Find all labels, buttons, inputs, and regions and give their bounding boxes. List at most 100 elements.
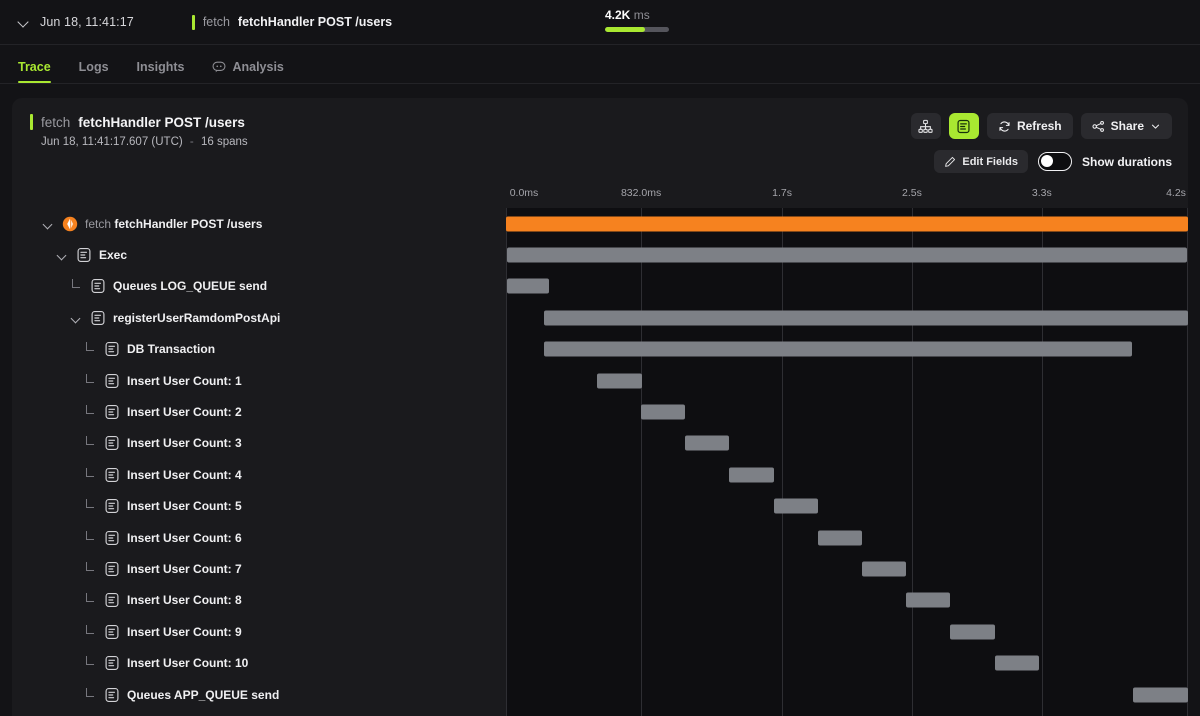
span-row[interactable]: Insert User Count: 10	[12, 647, 1188, 678]
span-duration-bar[interactable]	[994, 655, 1039, 671]
span-log-icon	[77, 248, 91, 263]
tree-expand-chevron-icon[interactable]	[40, 216, 56, 232]
field-controls: Edit Fields Show durations	[934, 150, 1172, 173]
span-duration-bar[interactable]	[773, 498, 818, 514]
duration-progress-fill	[605, 27, 645, 32]
edit-fields-button[interactable]: Edit Fields	[934, 150, 1028, 173]
waterfall-view-button[interactable]	[948, 113, 979, 139]
span-row[interactable]: registerUserRamdomPostApi	[12, 302, 1188, 333]
span-duration-bar[interactable]	[506, 216, 1188, 232]
span-tree-cell: Insert User Count: 5	[12, 491, 506, 522]
tree-elbow-icon	[82, 498, 98, 514]
span-row[interactable]: DB Transaction	[12, 334, 1188, 365]
span-icon-wrap	[104, 435, 127, 451]
span-duration-bar[interactable]	[596, 373, 642, 389]
span-log-icon	[91, 310, 105, 325]
tree-elbow-icon	[82, 467, 98, 483]
span-label: Exec	[99, 248, 128, 263]
span-log-icon	[105, 373, 119, 388]
tree-elbow-icon	[82, 373, 98, 389]
span-label: Queues LOG_QUEUE send	[113, 279, 268, 294]
span-label: DB Transaction	[127, 342, 216, 357]
span-duration-bar[interactable]	[544, 310, 1188, 326]
refresh-button[interactable]: Refresh	[986, 113, 1073, 139]
span-row[interactable]: Exec	[12, 239, 1188, 270]
axis-tick-label: 1.7s	[772, 187, 792, 199]
span-label-prefix: fetch	[85, 216, 115, 231]
span-duration-bar[interactable]	[729, 467, 774, 483]
span-row[interactable]: fetch fetchHandler POST /users	[12, 208, 1188, 239]
tab-bar: Trace Logs Insights Analysis	[0, 45, 1200, 84]
span-icon-wrap	[104, 530, 127, 546]
span-duration-bar[interactable]	[817, 530, 862, 546]
span-log-icon	[105, 499, 119, 514]
span-duration-bar[interactable]	[1132, 687, 1188, 703]
pencil-icon	[945, 156, 956, 167]
tree-view-button[interactable]	[910, 113, 941, 139]
span-row[interactable]: Queues LOG_QUEUE send	[12, 271, 1188, 302]
span-icon-wrap	[104, 592, 127, 608]
show-durations-toggle[interactable]	[1038, 152, 1072, 171]
span-icon-wrap	[76, 247, 99, 263]
span-row[interactable]: Insert User Count: 3	[12, 428, 1188, 459]
tab-trace[interactable]: Trace	[18, 60, 65, 83]
span-row[interactable]: Insert User Count: 5	[12, 491, 1188, 522]
span-log-icon	[105, 405, 119, 420]
span-row[interactable]: Insert User Count: 4	[12, 459, 1188, 490]
span-icon-wrap	[104, 341, 127, 357]
span-duration-bar[interactable]	[950, 624, 995, 640]
tree-expand-chevron-icon[interactable]	[68, 310, 84, 326]
span-row[interactable]: Insert User Count: 2	[12, 396, 1188, 427]
span-tree-cell: Insert User Count: 4	[12, 459, 506, 490]
duration-value: 4.2K	[605, 8, 631, 22]
span-icon-wrap	[104, 467, 127, 483]
tree-elbow-icon	[82, 404, 98, 420]
waterfall: 0.0ms 832.0ms 1.7s 2.5s 3.3s 4.2s fetch fetch…	[12, 184, 1188, 716]
span-row[interactable]: Insert User Count: 8	[12, 585, 1188, 616]
waterfall-icon	[957, 119, 971, 133]
span-duration-bar[interactable]	[544, 341, 1132, 357]
span-duration-bar[interactable]	[906, 592, 951, 608]
span-log-icon	[91, 279, 105, 294]
tab-logs[interactable]: Logs	[65, 60, 123, 83]
span-duration-bar[interactable]	[506, 247, 1188, 263]
span-row[interactable]: Insert User Count: 9	[12, 616, 1188, 647]
span-duration-bar[interactable]	[685, 435, 730, 451]
span-row[interactable]: Queues APP_QUEUE send	[12, 679, 1188, 710]
tab-insights[interactable]: Insights	[123, 60, 199, 83]
chat-bubble-icon	[212, 61, 226, 73]
span-log-icon	[105, 436, 119, 451]
chevron-down-icon[interactable]	[18, 16, 30, 28]
span-duration-bar[interactable]	[861, 561, 907, 577]
span-row[interactable]: Insert User Count: 6	[12, 522, 1188, 553]
span-label: Insert User Count: 10	[127, 656, 249, 671]
span-duration-bar[interactable]	[506, 278, 550, 294]
span-label: Insert User Count: 8	[127, 593, 242, 608]
span-label: Insert User Count: 5	[127, 499, 242, 514]
tab-analysis[interactable]: Analysis	[198, 60, 297, 83]
span-tree-cell: Insert User Count: 3	[12, 428, 506, 459]
chevron-down-icon	[1151, 124, 1160, 129]
span-row[interactable]: Insert User Count: 1	[12, 365, 1188, 396]
show-durations-label: Show durations	[1082, 154, 1172, 169]
tree-elbow-icon	[82, 592, 98, 608]
span-label: Insert User Count: 9	[127, 624, 242, 639]
span-icon-wrap	[90, 310, 113, 326]
span-duration-bar[interactable]	[641, 404, 686, 420]
span-label-name: fetchHandler POST /users	[114, 216, 263, 231]
span-icon-wrap	[104, 373, 127, 389]
span-icon-wrap	[104, 561, 127, 577]
top-bar-trace-title[interactable]: fetch fetchHandler POST /users	[191, 14, 393, 30]
top-bar-left: Jun 18, 11:41:17	[0, 15, 134, 29]
axis-tick-label: 2.5s	[902, 187, 922, 199]
span-row[interactable]: Insert User Count: 7	[12, 553, 1188, 584]
span-rows: fetch fetchHandler POST /users Exec Queu…	[12, 208, 1188, 716]
share-button[interactable]: Share	[1080, 113, 1172, 139]
span-tree-cell: Insert User Count: 1	[12, 365, 506, 396]
tab-logs-label: Logs	[78, 60, 109, 74]
span-tree-cell: Insert User Count: 8	[12, 585, 506, 616]
span-icon-wrap	[104, 404, 127, 420]
share-nodes-icon	[1092, 120, 1104, 132]
tree-expand-chevron-icon[interactable]	[54, 247, 70, 263]
trace-name-label: fetchHandler POST /users	[237, 15, 393, 29]
